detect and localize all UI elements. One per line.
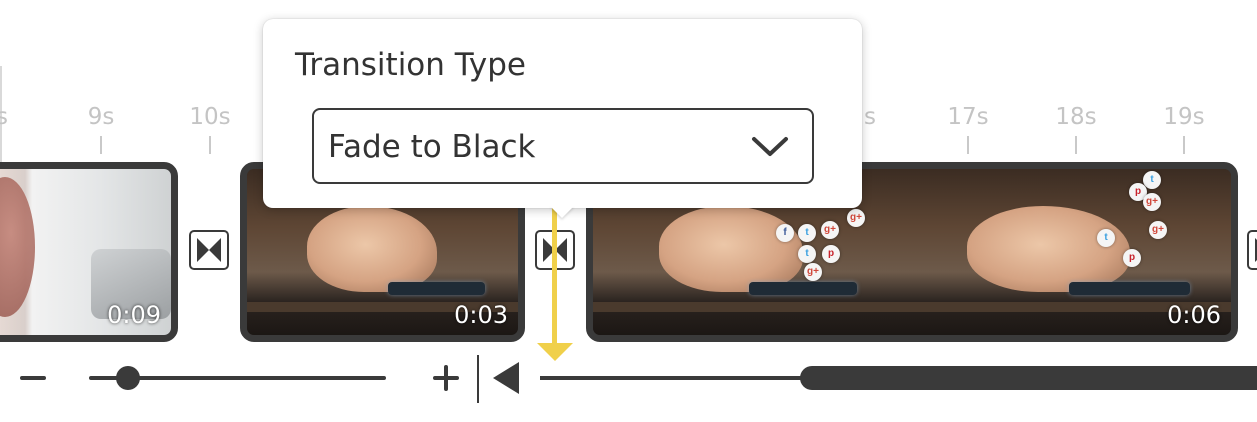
bowtie-transition-icon bbox=[197, 238, 221, 262]
hand-shape bbox=[967, 205, 1130, 292]
clip-duration: 0:03 bbox=[454, 301, 508, 329]
phone-shape bbox=[387, 281, 486, 296]
ruler-tick bbox=[1183, 136, 1185, 154]
controls-divider bbox=[477, 355, 479, 403]
table-surface bbox=[593, 301, 893, 312]
zoom-slider-handle[interactable] bbox=[116, 366, 140, 390]
scroll-left-button[interactable] bbox=[493, 362, 519, 394]
ruler-tick-label: 18s bbox=[1055, 104, 1097, 130]
transition-type-value: Fade to Black bbox=[328, 129, 536, 165]
google-plus-icon: g+ bbox=[847, 209, 865, 227]
ruler-tick bbox=[967, 136, 969, 154]
google-plus-icon: g+ bbox=[821, 221, 839, 239]
playhead-handle[interactable] bbox=[537, 343, 573, 361]
twitter-icon: t bbox=[798, 224, 816, 242]
zoom-out-button[interactable] bbox=[20, 376, 46, 380]
hand-shape bbox=[659, 205, 803, 292]
chevron-down-icon bbox=[752, 137, 788, 156]
ruler-tick-label: 19s bbox=[1163, 104, 1205, 130]
ruler-tick-label: 10s bbox=[189, 104, 231, 130]
google-plus-icon: g+ bbox=[1143, 193, 1161, 211]
hand-shape bbox=[306, 205, 437, 292]
twitter-icon: t bbox=[1097, 229, 1115, 247]
ruler-tick bbox=[209, 136, 211, 154]
timeline-scrollbar-thumb[interactable] bbox=[800, 366, 1257, 390]
twitter-icon: t bbox=[798, 245, 816, 263]
ruler-tick-label: s bbox=[0, 104, 8, 130]
transition-button[interactable] bbox=[189, 230, 229, 270]
transition-type-select[interactable]: Fade to Black bbox=[312, 108, 814, 184]
ruler-tick bbox=[100, 136, 102, 154]
pinterest-icon: p bbox=[1123, 249, 1141, 267]
phone-shape bbox=[749, 281, 857, 296]
phone-shape bbox=[1068, 281, 1191, 296]
pinterest-icon: p bbox=[822, 245, 840, 263]
ruler-tick-label: s bbox=[864, 104, 876, 130]
clip-duration: 0:09 bbox=[107, 301, 161, 329]
ruler-tick bbox=[1075, 136, 1077, 154]
google-plus-icon: g+ bbox=[804, 263, 822, 281]
twitter-icon: t bbox=[1143, 171, 1161, 189]
plus-icon-vertical bbox=[444, 365, 448, 391]
playhead-line[interactable] bbox=[552, 200, 557, 345]
bowtie-transition-icon bbox=[1255, 238, 1257, 262]
ruler-tick-label: 9s bbox=[87, 104, 115, 130]
facebook-icon: f bbox=[776, 224, 794, 242]
transition-type-popover: Transition Type Fade to Black bbox=[263, 19, 862, 208]
clip-duration: 0:06 bbox=[1167, 301, 1221, 329]
hand-blur bbox=[0, 177, 36, 318]
google-plus-icon: g+ bbox=[1149, 221, 1167, 239]
ruler-tick-label: 17s bbox=[947, 104, 989, 130]
transition-button[interactable] bbox=[1247, 230, 1257, 270]
timeline-clip[interactable]: 0:09 bbox=[0, 162, 178, 342]
popover-title: Transition Type bbox=[295, 47, 526, 83]
popover-pointer bbox=[550, 206, 574, 218]
